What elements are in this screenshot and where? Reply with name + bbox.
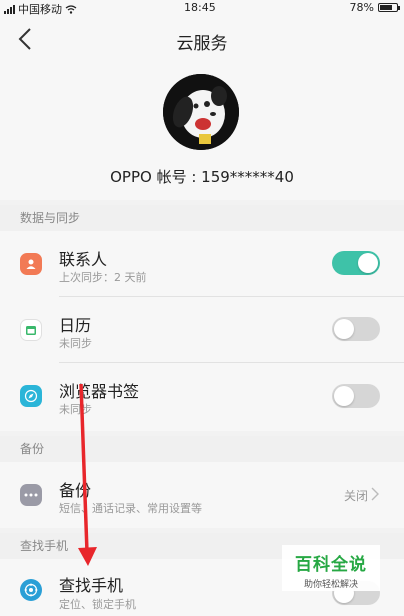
sync-item-subtitle: 上次同步：2 天前 (59, 271, 147, 284)
backup-title: 备份 (59, 481, 92, 500)
dog-avatar-icon (163, 74, 239, 150)
bookmarks-sync-toggle[interactable] (332, 384, 380, 408)
watermark-logo: 百科全说 助你轻松解决 (282, 545, 380, 591)
calendar-icon (20, 319, 42, 341)
sync-item-subtitle: 未同步 (59, 337, 92, 350)
chevron-right-icon (371, 487, 379, 501)
calendar-sync-toggle[interactable] (332, 317, 380, 341)
sync-item-title: 浏览器书签 (59, 382, 140, 401)
status-bar: 中国移动 18:45 78% (0, 0, 404, 16)
contacts-icon (20, 253, 42, 275)
status-time: 18:45 (184, 1, 216, 14)
section-label-backup: 备份 (0, 436, 404, 462)
sync-item-contacts[interactable]: 联系人 上次同步：2 天前 (0, 231, 404, 297)
signal-icon (4, 4, 15, 14)
find-phone-subtitle: 定位、锁定手机 (59, 598, 136, 611)
watermark-main: 百科全说 (295, 555, 367, 575)
sync-item-title: 联系人 (59, 250, 108, 269)
sync-item-title: 日历 (59, 316, 92, 335)
find-phone-icon (20, 579, 42, 601)
backup-status-value: 关闭 (343, 489, 368, 503)
carrier-label: 中国移动 (18, 3, 62, 16)
sync-item-subtitle: 未同步 (59, 403, 92, 416)
watermark-sub: 助你轻松解决 (303, 580, 358, 590)
backup-subtitle: 短信、通话记录、常用设置等 (59, 502, 202, 515)
battery-icon (378, 3, 400, 12)
page-title: 云服务 (176, 34, 228, 54)
wifi-icon (65, 4, 77, 14)
app-header: 云服务 (0, 16, 404, 62)
avatar[interactable] (163, 74, 239, 150)
section-label-sync: 数据与同步 (0, 205, 404, 231)
backup-item[interactable]: 备份 短信、通话记录、常用设置等 关闭 (0, 462, 404, 528)
more-dots-icon (20, 484, 42, 506)
find-phone-title: 查找手机 (59, 576, 124, 595)
account-label: OPPO 帐号 : 159******40 (110, 168, 294, 186)
sync-item-bookmarks[interactable]: 浏览器书签 未同步 (0, 363, 404, 431)
sync-item-calendar[interactable]: 日历 未同步 (0, 297, 404, 363)
compass-icon (20, 385, 42, 407)
battery-percent: 78% (349, 1, 374, 14)
profile-section: OPPO 帐号 : 159******40 (0, 62, 404, 200)
contacts-sync-toggle[interactable] (332, 251, 380, 275)
